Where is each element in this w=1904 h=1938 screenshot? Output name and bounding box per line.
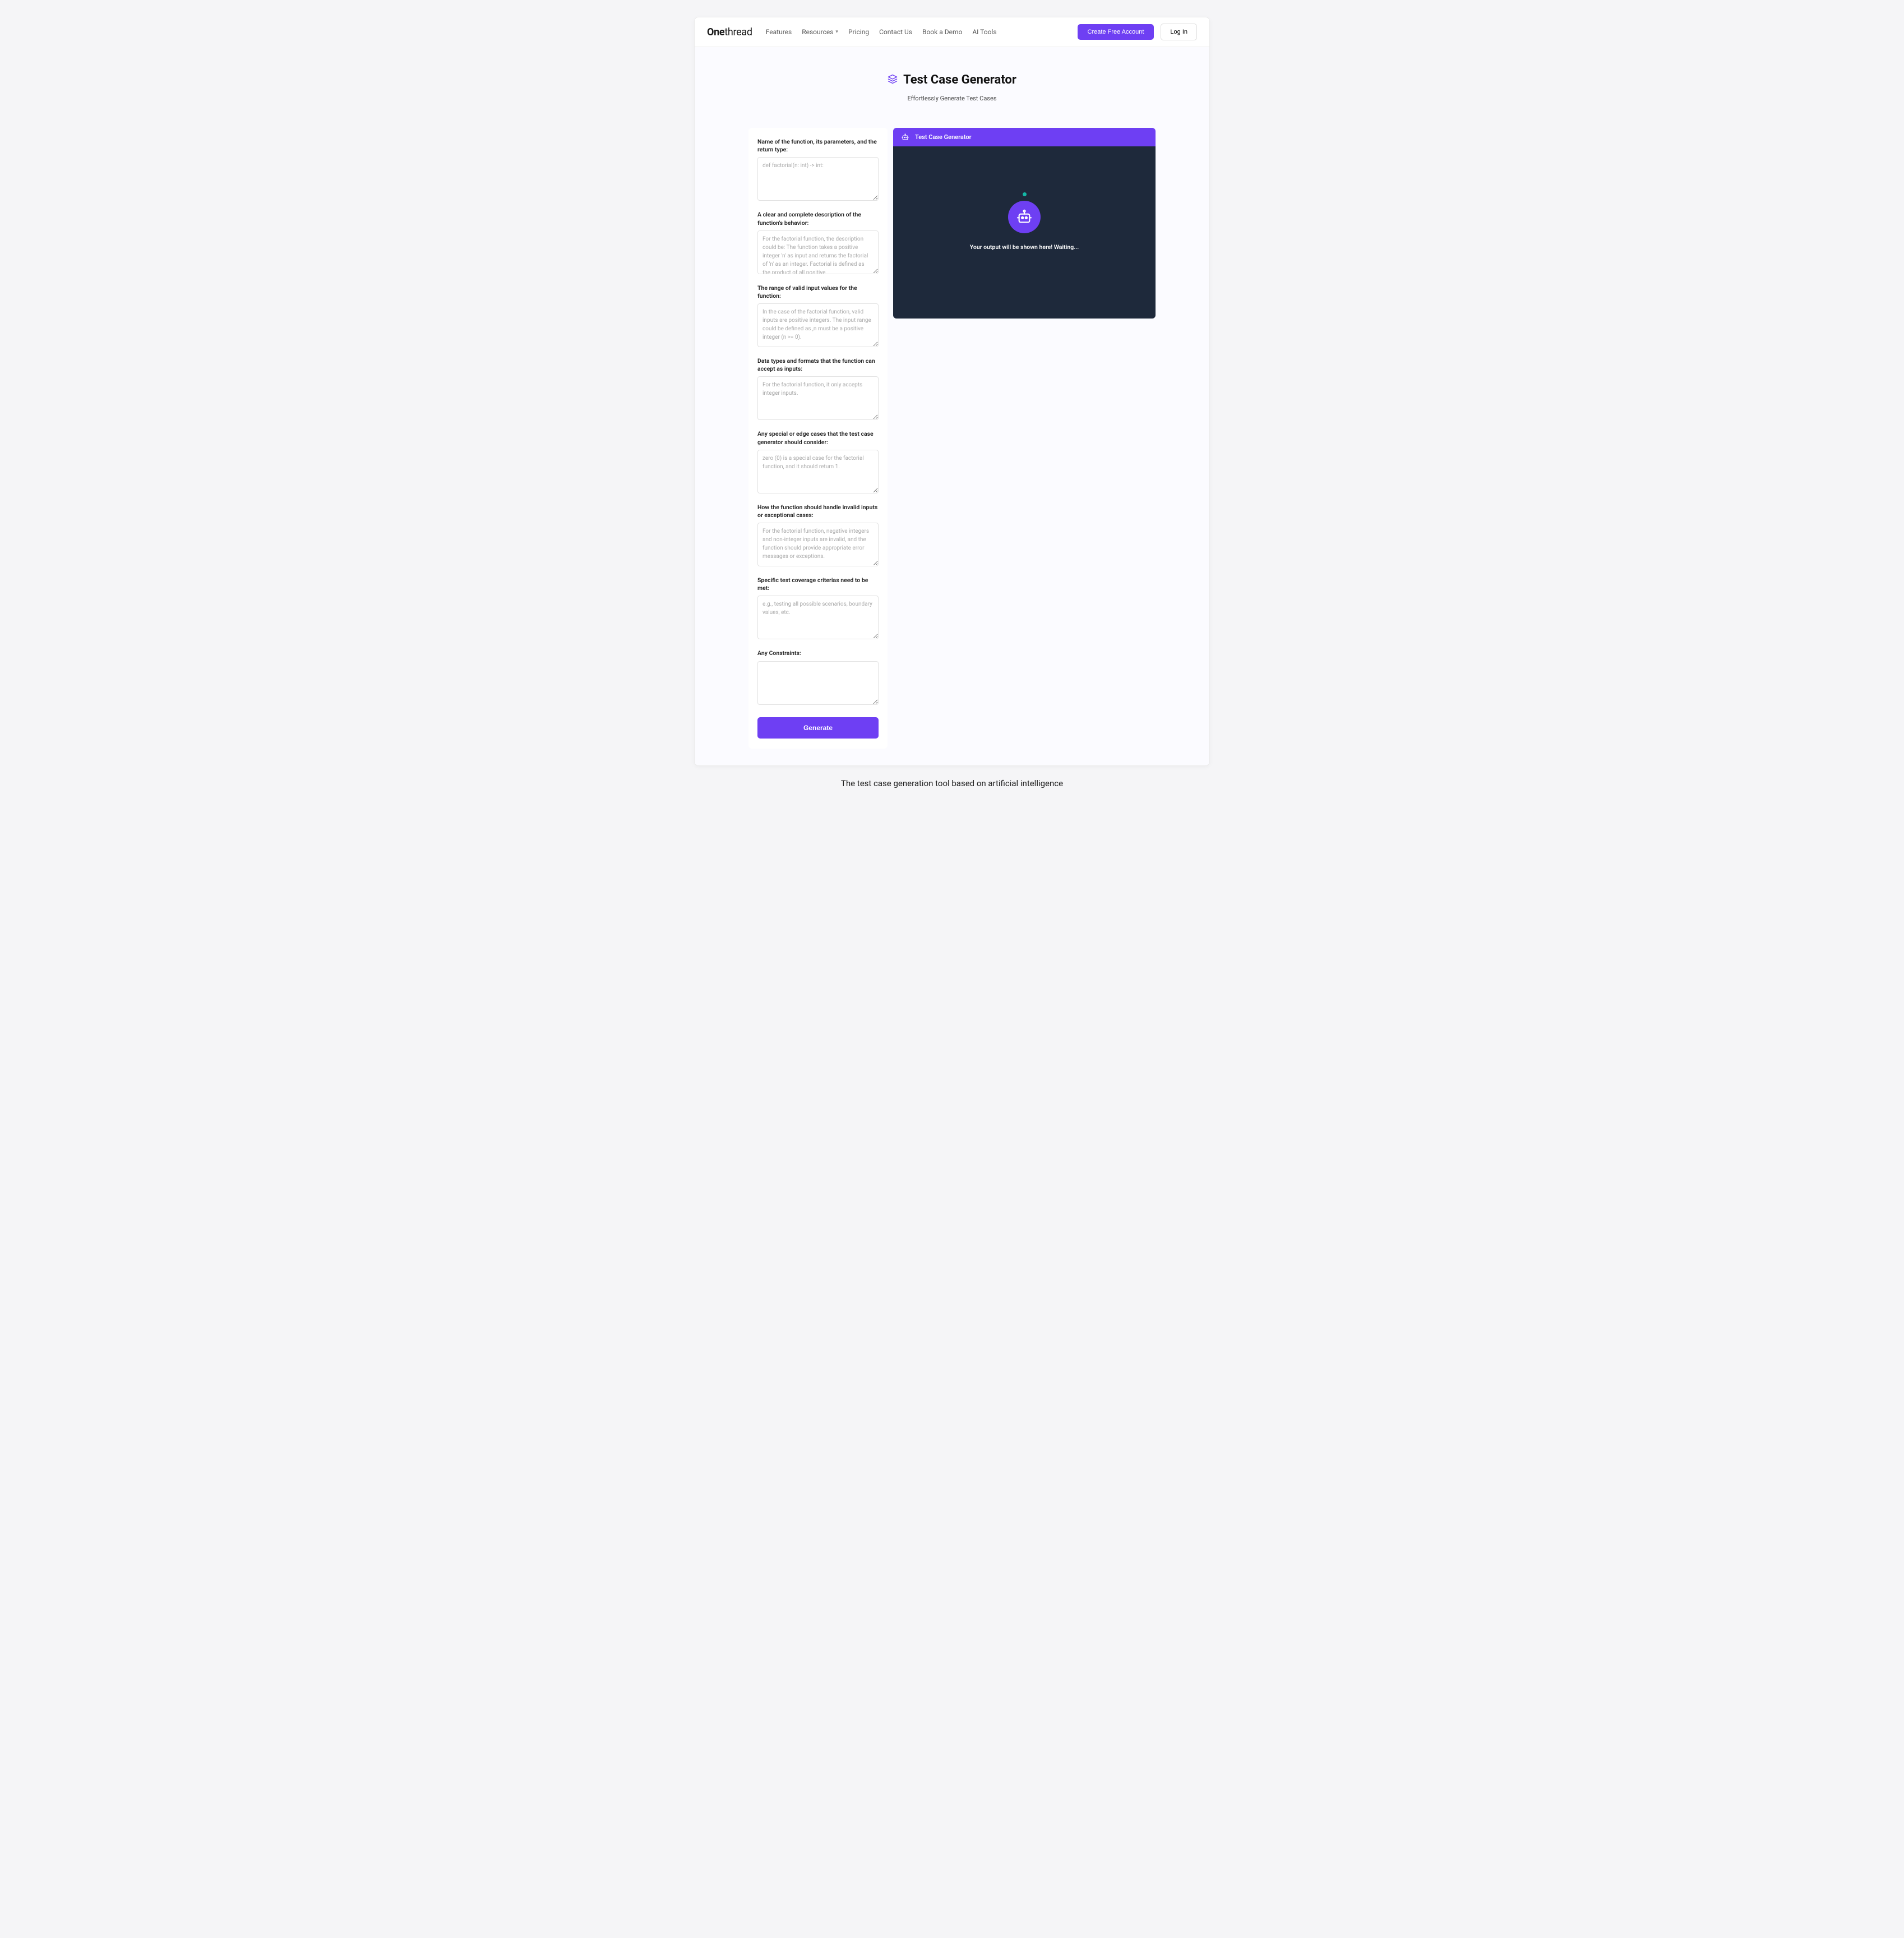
nav-pricing-label: Pricing xyxy=(848,28,869,36)
form-group-7: Any Constraints: xyxy=(757,649,879,707)
nav-ai-tools[interactable]: AI Tools xyxy=(972,28,996,36)
form-group-4: Any special or edge cases that the test … xyxy=(757,430,879,495)
nav-contact[interactable]: Contact Us xyxy=(879,28,912,36)
output-body: Your output will be shown here! Waiting.… xyxy=(893,146,1156,319)
nav-pricing[interactable]: Pricing xyxy=(848,28,869,36)
brand-one: One xyxy=(707,26,724,38)
form-group-1: A clear and complete description of the … xyxy=(757,211,879,276)
form-group-2: The range of valid input values for the … xyxy=(757,284,879,349)
nav-ai-tools-label: AI Tools xyxy=(972,28,996,36)
form-card: Name of the function, its parameters, an… xyxy=(748,128,888,749)
form-group-5: How the function should handle invalid i… xyxy=(757,504,879,569)
app-frame: Onethread Features Resources ▾ Pricing C… xyxy=(694,17,1210,766)
output-message: Your output will be shown here! Waiting.… xyxy=(970,243,1079,251)
chevron-down-icon: ▾ xyxy=(835,29,838,35)
output-header-title: Test Case Generator xyxy=(915,133,972,141)
form-textarea-6[interactable] xyxy=(757,596,879,639)
form-group-0: Name of the function, its parameters, an… xyxy=(757,138,879,203)
form-label-3: Data types and formats that the function… xyxy=(757,357,879,373)
form-textarea-1[interactable] xyxy=(757,230,879,274)
form-label-2: The range of valid input values for the … xyxy=(757,284,879,300)
layers-icon xyxy=(888,74,898,86)
form-group-3: Data types and formats that the function… xyxy=(757,357,879,422)
form-label-1: A clear and complete description of the … xyxy=(757,211,879,227)
form-label-7: Any Constraints: xyxy=(757,649,879,657)
form-group-6: Specific test coverage criterias need to… xyxy=(757,576,879,642)
form-textarea-5[interactable] xyxy=(757,523,879,566)
content: Name of the function, its parameters, an… xyxy=(695,122,1209,765)
page-subtitle: Effortlessly Generate Test Cases xyxy=(706,95,1198,102)
page-title: Test Case Generator xyxy=(903,73,1016,87)
robot-icon xyxy=(901,133,909,141)
nav-demo-label: Book a Demo xyxy=(922,28,962,36)
nav-contact-label: Contact Us xyxy=(879,28,912,36)
form-label-0: Name of the function, its parameters, an… xyxy=(757,138,879,154)
nav-resources-label: Resources xyxy=(802,28,833,36)
form-textarea-3[interactable] xyxy=(757,376,879,420)
nav-features[interactable]: Features xyxy=(766,28,792,36)
caption: The test case generation tool based on a… xyxy=(694,778,1210,788)
form-label-6: Specific test coverage criterias need to… xyxy=(757,576,879,592)
nav-demo[interactable]: Book a Demo xyxy=(922,28,962,36)
form-textarea-2[interactable] xyxy=(757,303,879,347)
generate-button[interactable]: Generate xyxy=(757,717,879,739)
login-button[interactable]: Log In xyxy=(1161,24,1197,40)
brand-logo[interactable]: Onethread xyxy=(707,26,752,38)
nav-features-label: Features xyxy=(766,28,792,36)
form-label-5: How the function should handle invalid i… xyxy=(757,504,879,519)
nav: Features Resources ▾ Pricing Contact Us … xyxy=(766,28,997,36)
hero: Test Case Generator Effortlessly Generat… xyxy=(695,47,1209,122)
nav-resources[interactable]: Resources ▾ xyxy=(802,28,838,36)
form-label-4: Any special or edge cases that the test … xyxy=(757,430,879,446)
form-textarea-0[interactable] xyxy=(757,157,879,201)
status-dot xyxy=(1023,192,1027,196)
create-account-button[interactable]: Create Free Account xyxy=(1078,24,1154,40)
output-card: Test Case Generator xyxy=(893,128,1156,319)
brand-thread: thread xyxy=(724,26,752,38)
form-textarea-7[interactable] xyxy=(757,661,879,705)
robot-avatar xyxy=(1008,201,1041,233)
output-header: Test Case Generator xyxy=(893,128,1156,146)
form-textarea-4[interactable] xyxy=(757,450,879,493)
header: Onethread Features Resources ▾ Pricing C… xyxy=(695,17,1209,47)
